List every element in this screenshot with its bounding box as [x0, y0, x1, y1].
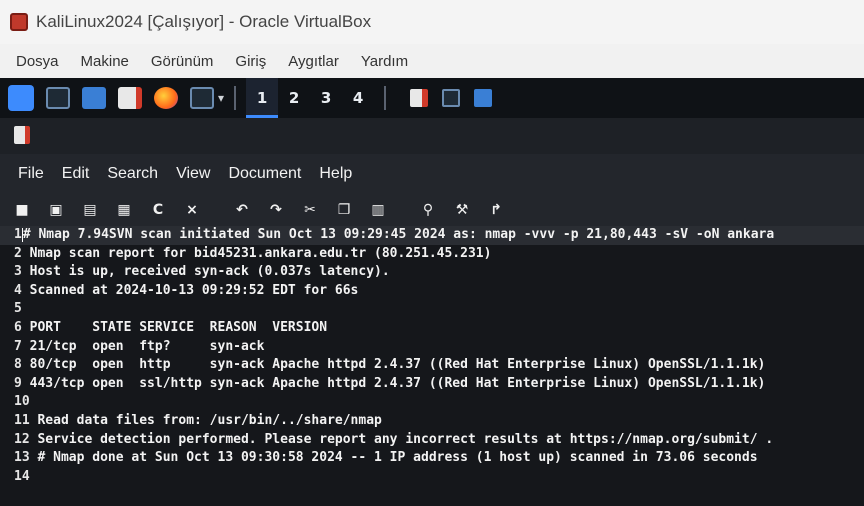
text-editor-area[interactable]: 1# Nmap 7.94SVN scan initiated Sun Oct 1…	[0, 226, 864, 506]
vbox-menu-giris[interactable]: Giriş	[235, 53, 266, 70]
line-number: 3	[14, 264, 22, 280]
menu-document[interactable]: Document	[228, 165, 301, 183]
editor-line: 14	[0, 468, 864, 487]
text-editor-icon[interactable]	[118, 87, 142, 109]
panel-separator	[384, 86, 387, 110]
line-number: 4	[14, 282, 22, 298]
editor-line: 3 Host is up, received syn-ack (0.037s l…	[0, 263, 864, 282]
menu-help[interactable]: Help	[319, 165, 352, 183]
editor-line: 9 443/tcp open ssl/http syn-ack Apache h…	[0, 375, 864, 394]
editor-line: 13 # Nmap done at Sun Oct 13 09:30:58 20…	[0, 449, 864, 468]
line-number: 13	[14, 450, 30, 466]
line-number: 1	[14, 227, 22, 242]
firefox-icon[interactable]	[154, 87, 178, 109]
vbox-menu-makine[interactable]: Makine	[81, 53, 129, 70]
line-text: 21/tcp open ftp? syn-ack	[29, 338, 265, 354]
menu-view[interactable]: View	[176, 165, 210, 183]
terminal-icon[interactable]	[46, 87, 70, 109]
line-number: 7	[14, 338, 22, 354]
window-title: KaliLinux2024 [Çalışıyor] - Oracle Virtu…	[36, 12, 372, 31]
replace-icon[interactable]: ⚒	[450, 202, 474, 218]
line-number: 9	[14, 375, 22, 391]
line-number: 14	[14, 468, 30, 484]
vbox-menu-aygitlar[interactable]: Aygıtlar	[288, 53, 339, 70]
vbox-menu-yardim[interactable]: Yardım	[361, 53, 408, 70]
line-text: Nmap scan report for bid45231.ankara.edu…	[29, 245, 492, 261]
kali-dragon-icon[interactable]	[8, 85, 34, 111]
editor-line: 5	[0, 300, 864, 319]
taskbar-text-editor-icon[interactable]	[410, 89, 429, 107]
line-number: 5	[14, 301, 22, 317]
workspace-2[interactable]: 2	[278, 78, 310, 118]
workspace-4[interactable]: 4	[342, 78, 374, 118]
line-text: # Nmap 7.94SVN scan initiated Sun Oct 13…	[22, 227, 775, 242]
menu-search[interactable]: Search	[107, 165, 158, 183]
editor-app-icon	[14, 126, 30, 144]
line-text: Service detection performed. Please repo…	[37, 431, 774, 447]
chevron-down-icon[interactable]: ▾	[218, 91, 224, 105]
menu-edit[interactable]: Edit	[62, 165, 90, 183]
line-number: 12	[14, 431, 30, 447]
editor-toolbar: ■ ▣ ▤ ▦ C × ↶ ↷ ✂ ❐ ▥ ⚲ ⚒ ↱	[0, 194, 864, 227]
editor-menu-bar: File Edit Search View Document Help	[0, 154, 864, 194]
vbox-title-bar: KaliLinux2024 [Çalışıyor] - Oracle Virtu…	[0, 0, 864, 44]
line-text: 443/tcp open ssl/http syn-ack Apache htt…	[29, 375, 766, 391]
editor-line: 4 Scanned at 2024-10-13 09:29:52 EDT for…	[0, 282, 864, 301]
editor-line: 8 80/tcp open http syn-ack Apache httpd …	[0, 356, 864, 375]
new-icon[interactable]: ■	[10, 202, 34, 218]
goto-icon[interactable]: ↱	[484, 202, 508, 218]
save-icon[interactable]: ▤	[78, 202, 102, 218]
folder-icon[interactable]	[82, 87, 106, 109]
editor-line: 6 PORT STATE SERVICE REASON VERSION	[0, 319, 864, 338]
editor-line: 12 Service detection performed. Please r…	[0, 431, 864, 450]
line-text: PORT STATE SERVICE REASON VERSION	[29, 319, 328, 335]
virtualbox-logo-icon	[10, 13, 28, 31]
paste-icon[interactable]: ▥	[366, 202, 390, 218]
undo-icon[interactable]: ↶	[230, 202, 254, 218]
new-window-icon[interactable]: ▣	[44, 202, 68, 218]
redo-icon[interactable]: ↷	[264, 202, 288, 218]
editor-line: 7 21/tcp open ftp? syn-ack	[0, 338, 864, 357]
vbox-menu-dosya[interactable]: Dosya	[16, 53, 59, 70]
kali-top-panel: ▾ 1 2 3 4	[0, 78, 864, 118]
line-text: # Nmap done at Sun Oct 13 09:30:58 2024 …	[37, 450, 758, 466]
editor-line: 11 Read data files from: /usr/bin/../sha…	[0, 412, 864, 431]
taskbar-folder-icon[interactable]	[474, 89, 493, 107]
terminal-emulator-icon[interactable]	[190, 87, 214, 109]
editor-line: 10	[0, 393, 864, 412]
taskbar-terminal-icon[interactable]	[442, 89, 461, 107]
panel-separator	[234, 86, 237, 110]
line-text: Scanned at 2024-10-13 09:29:52 EDT for 6…	[29, 282, 359, 298]
line-number: 10	[14, 394, 30, 410]
line-number: 2	[14, 245, 22, 261]
reload-icon[interactable]: C	[146, 202, 170, 218]
workspace-3[interactable]: 3	[310, 78, 342, 118]
close-icon[interactable]: ×	[180, 202, 204, 218]
find-icon[interactable]: ⚲	[416, 202, 440, 218]
cut-icon[interactable]: ✂	[298, 202, 322, 218]
vbox-menu-bar: Dosya Makine Görünüm Giriş Aygıtlar Yard…	[0, 44, 864, 79]
copy-icon[interactable]: ❐	[332, 202, 356, 218]
line-number: 6	[14, 319, 22, 335]
editor-line: 2 Nmap scan report for bid45231.ankara.e…	[0, 245, 864, 264]
save-as-icon[interactable]: ▦	[112, 202, 136, 218]
line-number: 11	[14, 412, 30, 428]
editor-line: 1# Nmap 7.94SVN scan initiated Sun Oct 1…	[0, 226, 864, 245]
vbox-menu-gorunum[interactable]: Görünüm	[151, 53, 214, 70]
line-text: 80/tcp open http syn-ack Apache httpd 2.…	[29, 357, 766, 373]
line-text: Read data files from: /usr/bin/../share/…	[37, 412, 382, 428]
workspace-1[interactable]: 1	[246, 78, 279, 118]
editor-title-bar	[0, 118, 864, 154]
menu-file[interactable]: File	[18, 165, 44, 183]
line-text: Host is up, received syn-ack (0.037s lat…	[29, 264, 390, 280]
line-number: 8	[14, 357, 22, 373]
